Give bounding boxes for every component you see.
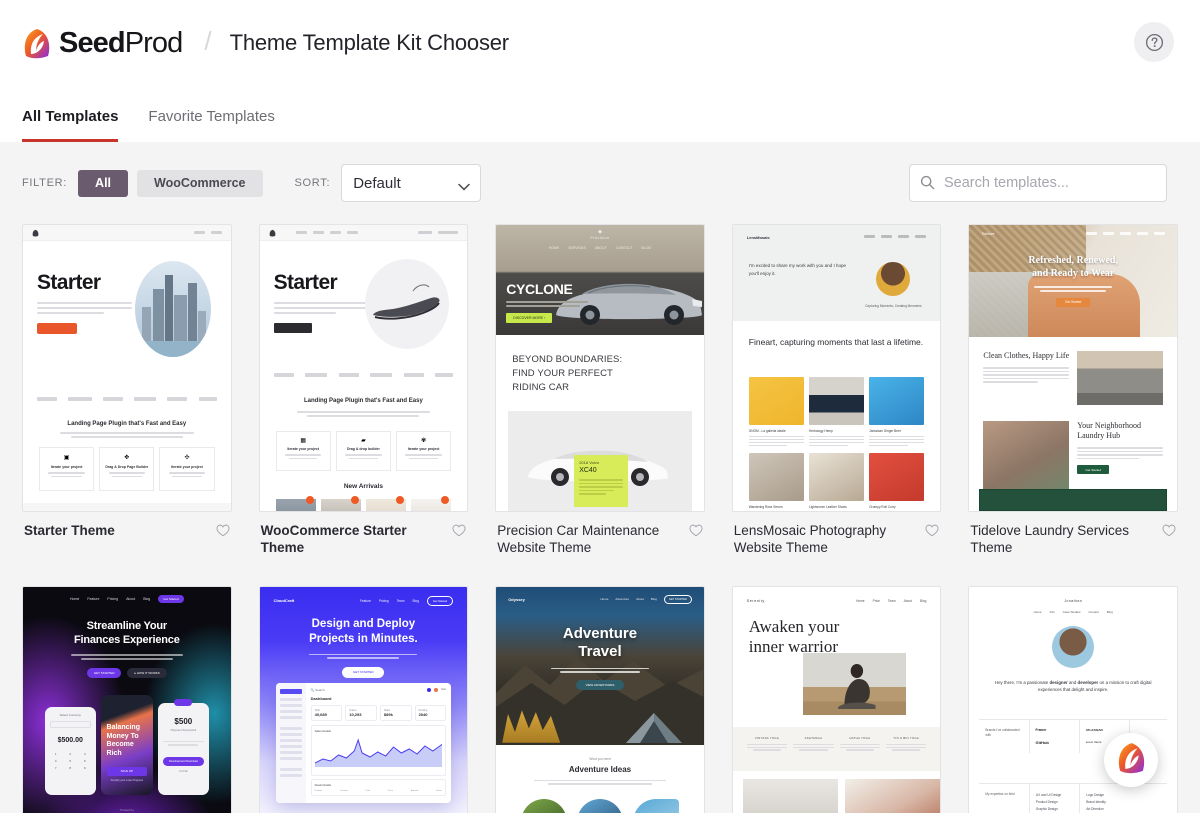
search-input[interactable] xyxy=(909,164,1167,202)
template-meta: Tidelove Laundry Services Theme xyxy=(968,512,1178,557)
template-name: Precision Car Maintenance Website Theme xyxy=(497,523,660,555)
template-card: CloudCraft Feature Pricing Team Blog Get S… xyxy=(258,585,469,813)
tab-bar: All Templates Favorite Templates xyxy=(0,86,1200,142)
template-grid-row-2: Home Feature Pricing About Blog Get Started… xyxy=(0,585,1200,813)
brand: SeedProd xyxy=(22,26,184,60)
template-card: Starter Landing Page Plugin that's Fast … xyxy=(258,224,469,557)
template-card: ◈ Precision HOME SERVICES ABOUT CONTACT BLO… xyxy=(495,224,705,557)
filter-chip-woocommerce[interactable]: WooCommerce xyxy=(137,169,263,197)
theme-template-kit-chooser-page: SeedProd / Theme Template Kit Chooser Al… xyxy=(0,0,1200,813)
brand-name: SeedProd xyxy=(59,26,184,60)
search-wrapper xyxy=(909,164,1167,202)
sort-select[interactable]: Default xyxy=(341,164,482,202)
template-thumbnail-tidelove-laundry[interactable]: Refreshed, Renewed, and Ready to Wear Get… xyxy=(968,224,1178,512)
template-grid-row-1: Starter Landing Page Plugin that's Fast … xyxy=(0,224,1200,557)
breadcrumb-separator: / xyxy=(204,25,212,56)
template-card: Starter Landing Page Plugin that's Fast … xyxy=(22,224,232,557)
template-thumbnail-yoga[interactable]: Serenity Home Price Team About Blog Awaken … xyxy=(731,585,942,813)
heart-outline-icon[interactable] xyxy=(1162,524,1176,542)
filter-label: FILTER: xyxy=(22,177,68,189)
template-thumbnail-lensmosaic[interactable]: LensMosaic I'm excited to share my work … xyxy=(731,224,942,512)
template-meta: LensMosaic Photography Website Theme xyxy=(732,512,942,557)
template-thumbnail-finance[interactable]: Home Feature Pricing About Blog Get Started… xyxy=(22,585,232,813)
template-meta: WooCommerce Starter Theme xyxy=(259,512,469,557)
template-card: Serenity Home Price Team About Blog Awaken … xyxy=(731,585,942,813)
brand-name-light: Prod xyxy=(124,26,184,59)
app-header: SeedProd / Theme Template Kit Chooser xyxy=(0,0,1200,86)
template-thumbnail-precision-car[interactable]: ◈ Precision HOME SERVICES ABOUT CONTACT BLO… xyxy=(495,224,705,512)
brand-name-bold: Seed xyxy=(59,26,126,59)
template-card: Odyssey Home Adventure About Blog GET STAR… xyxy=(495,585,705,813)
template-thumbnail-cloudcraft[interactable]: CloudCraft Feature Pricing Team Blog Get S… xyxy=(258,585,469,813)
heart-outline-icon[interactable] xyxy=(216,524,230,542)
template-meta: Precision Car Maintenance Website Theme xyxy=(495,512,705,557)
filter-chip-all[interactable]: All xyxy=(78,169,129,197)
template-card: LensMosaic I'm excited to share my work … xyxy=(731,224,942,557)
template-name: LensMosaic Photography Website Theme xyxy=(733,523,887,555)
template-name: WooCommerce Starter Theme xyxy=(260,523,407,555)
question-circle-icon xyxy=(1145,33,1164,52)
template-card: Home Feature Pricing About Blog Get Started… xyxy=(22,585,232,813)
heart-outline-icon[interactable] xyxy=(689,524,703,542)
page-title: Theme Template Kit Chooser xyxy=(229,30,510,55)
tab-all-templates[interactable]: All Templates xyxy=(22,108,119,142)
template-name: Starter Theme xyxy=(24,523,115,538)
help-button[interactable] xyxy=(1134,22,1174,62)
sort-select-wrapper: Default xyxy=(341,164,482,202)
seedprod-leaf-logo-icon xyxy=(1116,741,1147,779)
template-meta: Starter Theme xyxy=(22,512,232,542)
template-card: Refreshed, Renewed, and Ready to Wear Get… xyxy=(968,224,1178,557)
tab-favorite-templates[interactable]: Favorite Templates xyxy=(148,108,274,142)
template-thumbnail-woocommerce-starter[interactable]: Starter Landing Page Plugin that's Fast … xyxy=(258,224,469,512)
heart-outline-icon[interactable] xyxy=(452,524,466,542)
seedprod-leaf-logo-icon xyxy=(22,27,52,59)
sort-label: SORT: xyxy=(294,177,331,189)
template-thumbnail-starter[interactable]: Starter Landing Page Plugin that's Fast … xyxy=(22,224,232,512)
seedprod-chat-fab[interactable] xyxy=(1104,733,1158,787)
heart-outline-icon[interactable] xyxy=(925,524,939,542)
template-name: Tidelove Laundry Services Theme xyxy=(970,523,1129,555)
template-thumbnail-adventure-travel[interactable]: Odyssey Home Adventure About Blog GET STAR… xyxy=(495,585,705,813)
filter-toolbar: FILTER: All WooCommerce SORT: Default xyxy=(0,142,1200,224)
